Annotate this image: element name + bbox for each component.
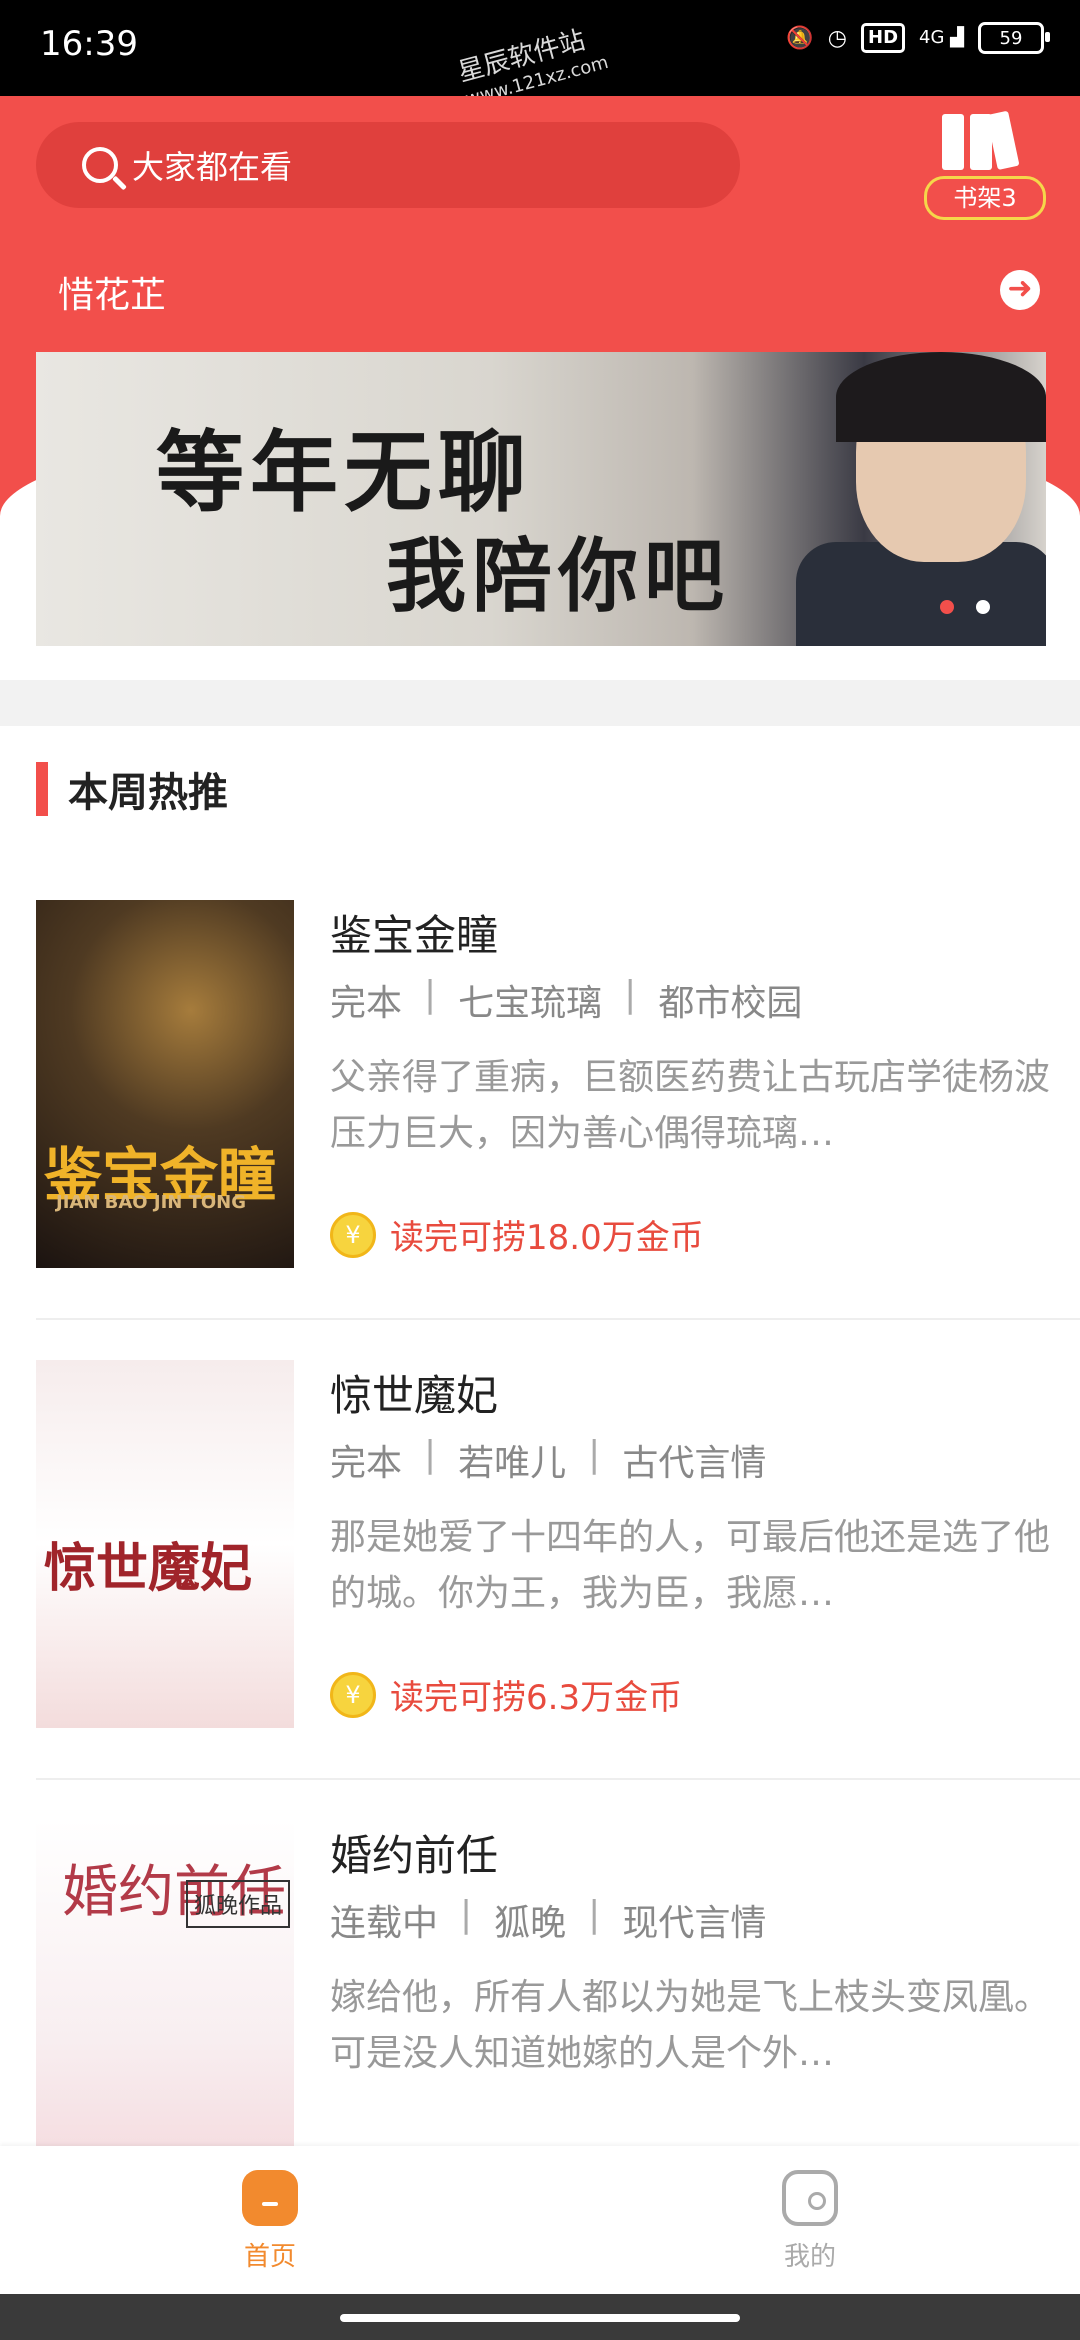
meta-separator: | — [588, 1894, 601, 1935]
reward-text: 读完可捞6.3万金币 — [390, 1678, 683, 1718]
book-reward: ¥ 读完可捞6.3万金币 — [330, 1670, 682, 1719]
battery-icon: 59 — [978, 22, 1050, 54]
coin-icon: ¥ — [330, 1211, 376, 1258]
meta-separator: | — [624, 974, 637, 1015]
banner-pagination — [940, 600, 990, 614]
search-bar[interactable]: 大家都在看 — [36, 122, 740, 208]
home-icon — [242, 2170, 298, 2226]
book-item[interactable]: 鉴宝金瞳 JIAN BAO JIN TONG 鉴宝金瞳 完本 | 七宝琉璃 | … — [36, 900, 1080, 1270]
tab-mine-label: 我的 — [783, 2242, 836, 2272]
book-title: 惊世魔妃 — [330, 1371, 499, 1420]
book-meta: 完本 | 七宝琉璃 | 都市校园 — [330, 974, 802, 1026]
signal-icon: 4G ▟ — [919, 27, 964, 48]
reward-text: 读完可捞18.0万金币 — [390, 1218, 704, 1258]
alarm-icon: ◷ — [827, 25, 847, 51]
book-title: 鉴宝金瞳 — [330, 911, 499, 960]
section-divider — [0, 680, 1080, 726]
section-accent-bar — [36, 762, 48, 816]
bookshelf-icon — [942, 110, 1020, 170]
book-status: 完本 — [330, 1443, 403, 1484]
tab-home-label: 首页 — [243, 2242, 296, 2272]
bell-muted-icon: 🔕 — [786, 25, 814, 51]
notice-text[interactable]: 惜花芷 — [58, 266, 166, 318]
hd-icon: HD — [861, 23, 906, 53]
bookshelf-label: 书架3 — [924, 176, 1046, 220]
book-meta: 连载中 | 狐晚 | 现代言情 — [330, 1894, 766, 1946]
cover-subtitle: JIAN BAO JIN TONG — [56, 1192, 247, 1213]
meta-separator: | — [460, 1894, 473, 1935]
banner-figure-hair — [836, 352, 1046, 442]
book-reward: ¥ 读完可捞18.0万金币 — [330, 1210, 704, 1259]
search-placeholder: 大家都在看 — [132, 148, 293, 186]
list-divider — [36, 1318, 1080, 1320]
status-bar: 16:39 🔕 ◷ HD 4G ▟ 59 星辰软件站 www.121xz.com — [0, 0, 1080, 110]
meta-separator: | — [424, 1434, 437, 1475]
list-divider — [36, 1778, 1080, 1780]
meta-separator: | — [424, 974, 437, 1015]
home-indicator[interactable] — [340, 2314, 740, 2322]
banner-line1: 等年无聊 — [156, 420, 533, 524]
banner-line2: 我陪你吧 — [386, 529, 730, 623]
book-description: 父亲得了重病，巨额医药费让古玩店学徒杨波压力巨大，因为善心偶得琉璃… — [330, 1057, 1050, 1154]
book-author: 若唯儿 — [458, 1443, 567, 1484]
meta-separator: | — [588, 1434, 601, 1475]
banner-dot[interactable] — [976, 600, 990, 614]
book-category: 现代言情 — [622, 1903, 767, 1944]
section-title: 本周热推 — [68, 770, 228, 816]
network-type: 4G — [919, 27, 945, 48]
bottom-tab-bar: 首页 我的 — [0, 2146, 1080, 2294]
book-title: 婚约前任 — [330, 1831, 499, 1880]
book-category: 都市校园 — [658, 983, 803, 1024]
book-category: 古代言情 — [622, 1443, 767, 1484]
book-description: 嫁给他，所有人都以为她是飞上枝头变凤凰。可是没人知道她嫁的人是个外… — [330, 1977, 1050, 2074]
book-author: 狐晚 — [494, 1903, 567, 1944]
search-icon — [82, 147, 118, 183]
section-header: 本周热推 — [36, 762, 228, 816]
book-item[interactable]: 惊世魔妃 惊世魔妃 完本 | 若唯儿 | 古代言情 那是她爱了十四年的人，可最后… — [36, 1360, 1080, 1730]
wallet-icon — [782, 2170, 838, 2226]
banner-dot[interactable] — [940, 600, 954, 614]
cover-title: 惊世魔妃 — [44, 1538, 253, 1599]
tab-home[interactable]: 首页 — [170, 2170, 370, 2273]
book-author: 七宝琉璃 — [458, 983, 603, 1024]
battery-level: 59 — [999, 27, 1023, 49]
book-item[interactable]: 婚约前任 狐晚作品 婚约前任 连载中 | 狐晚 | 现代言情 嫁给他，所有人都以… — [36, 1820, 1080, 2190]
bookshelf-button[interactable]: 书架3 — [920, 110, 1050, 234]
book-cover[interactable]: 惊世魔妃 — [36, 1360, 294, 1728]
book-meta: 完本 | 若唯儿 | 古代言情 — [330, 1434, 766, 1486]
arrow-right-icon[interactable]: ➜ — [1000, 270, 1040, 310]
status-icons: 🔕 ◷ HD 4G ▟ 59 — [786, 22, 1050, 54]
status-time: 16:39 — [40, 24, 138, 64]
book-description: 那是她爱了十四年的人，可最后他还是选了他的城。你为王，我为臣，我愿… — [330, 1517, 1050, 1614]
tab-mine[interactable]: 我的 — [710, 2170, 910, 2273]
cover-author: 狐晚作品 — [186, 1880, 291, 1928]
coin-icon: ¥ — [330, 1671, 376, 1718]
system-nav-bar — [0, 2294, 1080, 2340]
book-cover[interactable]: 婚约前任 狐晚作品 — [36, 1820, 294, 2188]
book-status: 连载中 — [330, 1903, 439, 1944]
promo-banner[interactable]: 等年无聊 我陪你吧 — [36, 352, 1046, 646]
book-status: 完本 — [330, 983, 403, 1024]
book-cover[interactable]: 鉴宝金瞳 JIAN BAO JIN TONG — [36, 900, 294, 1268]
